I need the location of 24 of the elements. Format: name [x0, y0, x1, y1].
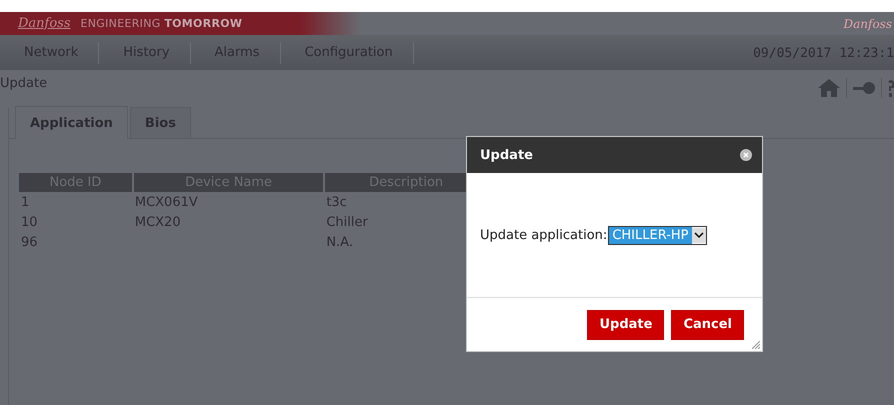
application-select[interactable]: CHILLER-HP — [608, 226, 707, 244]
key-icon[interactable] — [853, 82, 875, 94]
table-cell: MCX061V — [132, 192, 324, 212]
dialog-title: Update — [480, 148, 533, 162]
table-cell: t3c — [324, 192, 488, 212]
dialog-button[interactable]: Cancel — [671, 310, 744, 340]
resize-grip-icon[interactable] — [752, 341, 760, 349]
tab[interactable]: Bios — [130, 107, 191, 138]
table-cell: 1 — [19, 192, 133, 212]
table-cell-text: 96 — [20, 234, 39, 252]
tab[interactable]: Application — [15, 106, 128, 139]
danfoss-logo: Danfoss — [16, 16, 72, 31]
table-cell-text: Chiller — [325, 214, 369, 232]
table-cell-text: MCX20 — [134, 214, 182, 232]
close-icon[interactable] — [740, 149, 752, 161]
caret-icon — [692, 228, 706, 242]
home-icon[interactable] — [818, 79, 840, 97]
table-cell-text: 10 — [20, 214, 39, 232]
slogan: ENGINEERING TOMORROW — [80, 17, 242, 30]
field-label: Update application: — [480, 228, 608, 242]
page-title: Update — [0, 76, 48, 90]
help-icon[interactable] — [888, 79, 894, 97]
dialog-button[interactable]: Update — [587, 310, 664, 340]
danfoss-logo: Danfoss — [844, 16, 893, 30]
